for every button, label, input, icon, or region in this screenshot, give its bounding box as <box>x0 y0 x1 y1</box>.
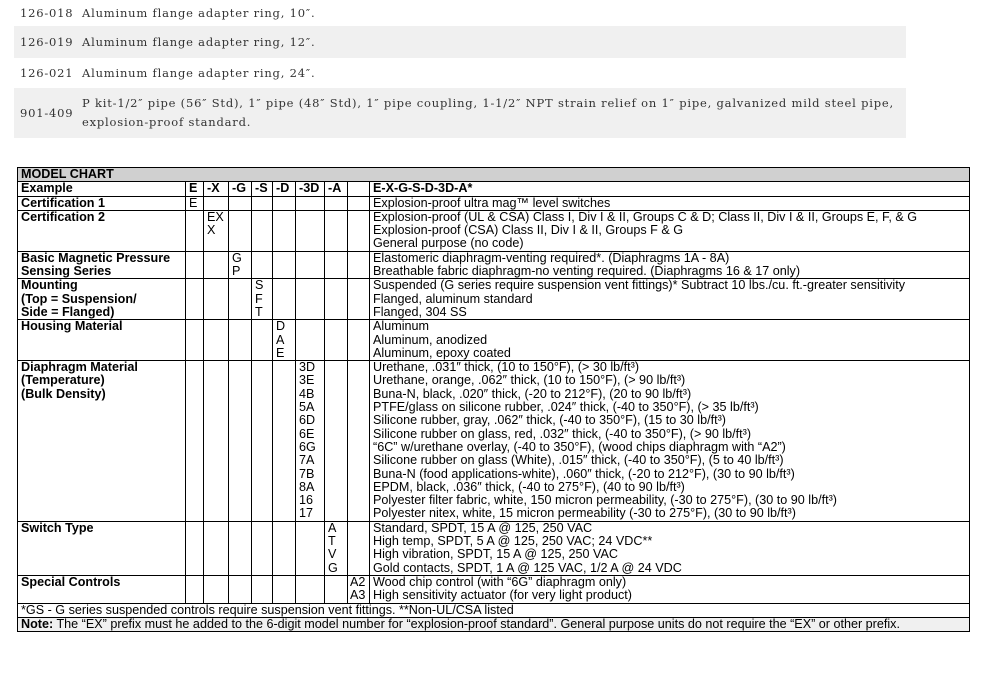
row-label: Switch Type <box>17 520 186 576</box>
example-col: -X <box>203 181 229 197</box>
example-value: E-X-G-S-D-3D-A* <box>368 181 971 197</box>
row-label: Special Controls <box>17 574 186 604</box>
part-code: 901-409 <box>20 106 74 120</box>
desc-cell: Explosion-proof ultra mag™ level switche… <box>368 195 971 211</box>
desc-cell: Elastomeric diaphragm-venting required*.… <box>368 250 971 280</box>
code-cell: A T V G <box>324 520 348 576</box>
example-col: -S <box>251 181 273 197</box>
part-code: 126-019 <box>20 35 74 49</box>
desc-cell: Urethane, .031″ thick, (10 to 150°F), (>… <box>368 360 971 522</box>
part-code: 126-018 <box>20 6 74 20</box>
row-label: Basic Magnetic Pressure Sensing Series <box>17 250 186 280</box>
part-code: 126-021 <box>20 66 74 80</box>
row-label: Diaphragm Material (Temperature) (Bulk D… <box>17 360 186 522</box>
code-cell: 3D 3E 4B 5A 6D 6E 6G 7A 7B 8A 16 17 <box>295 360 325 522</box>
part-row: 901-409 P kit-1/2″ pipe (56″ Std), 1″ pi… <box>14 88 906 138</box>
example-col <box>347 181 370 197</box>
code-cell: D A E <box>272 319 296 362</box>
code-cell: E <box>185 195 204 211</box>
code-cell: S F T <box>251 278 273 321</box>
row-label: Housing Material <box>17 319 186 362</box>
example-col: -D <box>272 181 296 197</box>
code-cell: A2 A3 <box>347 574 370 604</box>
example-col: -3D <box>295 181 325 197</box>
note-label: Note: <box>21 617 54 631</box>
part-desc: P kit-1/2″ pipe (56″ Std), 1″ pipe (48″ … <box>82 96 894 129</box>
desc-cell: Standard, SPDT, 15 A @ 125, 250 VAC High… <box>368 520 971 576</box>
desc-cell: Suspended (G series require suspension v… <box>368 278 971 321</box>
part-row: 126-021 Aluminum flange adapter ring, 24… <box>14 58 906 88</box>
part-row: 126-018 Aluminum flange adapter ring, 10… <box>14 0 906 26</box>
example-col: -A <box>324 181 348 197</box>
row-label: Certification 1 <box>17 195 186 211</box>
part-row: 126-019 Aluminum flange adapter ring, 12… <box>14 26 906 58</box>
footnote: *GS - G series suspended controls requir… <box>16 602 971 618</box>
desc-cell: Explosion-proof (UL & CSA) Class I, Div … <box>368 209 971 252</box>
parts-list: 126-018 Aluminum flange adapter ring, 10… <box>14 0 906 138</box>
part-desc: Aluminum flange adapter ring, 24″. <box>82 65 316 80</box>
desc-cell: Wood chip control (with “6G” diaphragm o… <box>368 574 971 604</box>
model-chart: MODEL CHART Example E -X -G -S -D -3D -A… <box>16 166 971 633</box>
chart-title: MODEL CHART <box>16 166 971 183</box>
example-col: E <box>185 181 204 197</box>
part-desc: Aluminum flange adapter ring, 12″. <box>82 34 316 49</box>
row-label: Certification 2 <box>17 209 186 252</box>
note-text: The “EX” prefix must he added to the 6-d… <box>53 617 900 631</box>
note: Note: The “EX” prefix must he added to t… <box>16 616 971 633</box>
desc-cell: Aluminum Aluminum, anodized Aluminum, ep… <box>368 319 971 362</box>
part-desc: Aluminum flange adapter ring, 10″. <box>82 5 316 20</box>
example-col: -G <box>228 181 252 197</box>
code-cell: G P <box>228 250 252 280</box>
row-label: Example <box>17 181 186 197</box>
code-cell: EX X <box>203 209 229 252</box>
row-label: Mounting (Top = Suspension/ Side = Flang… <box>17 278 186 321</box>
